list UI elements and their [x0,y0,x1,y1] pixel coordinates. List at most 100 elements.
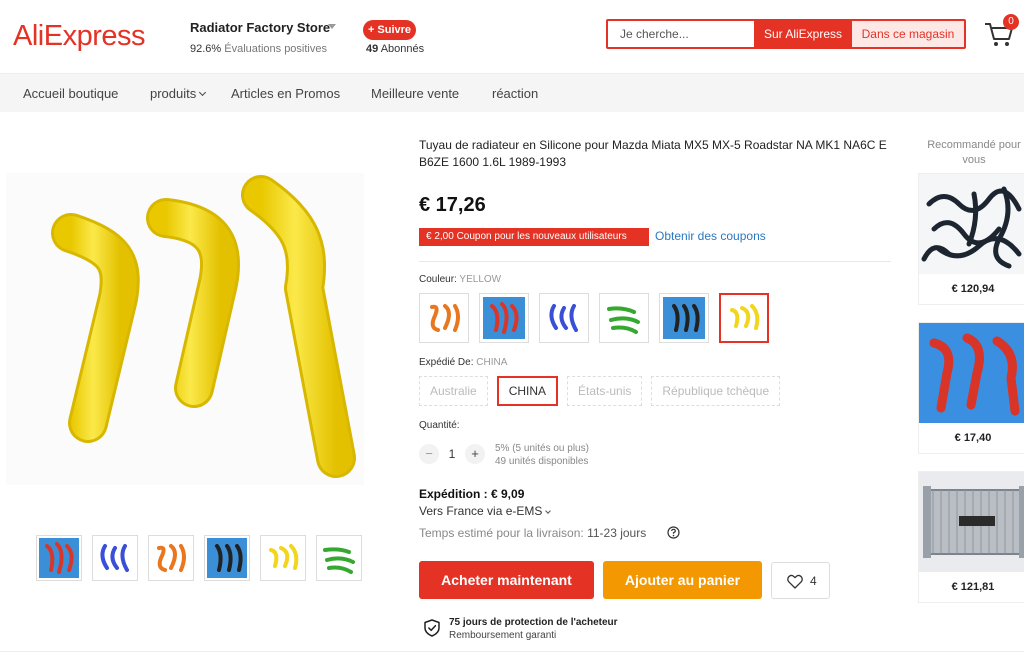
green-hoses-swatch [607,306,640,334]
wishlist-button[interactable]: 4 [771,562,830,599]
search-store-button[interactable]: Dans ce magasin [852,21,964,47]
swatch-orange[interactable] [419,293,469,343]
divider [0,651,1024,652]
swatch-yellow[interactable] [719,293,769,343]
yellow-hoses-image [51,175,356,478]
thumbnail-orange[interactable] [148,535,194,581]
chevron-down-icon [199,88,207,97]
chevron-down-icon[interactable] [328,24,336,29]
thumbnail-strip [36,535,362,581]
thumbnail-black[interactable] [204,535,250,581]
black-hoses-thumb [207,538,247,578]
yellow-hoses-thumb [269,544,299,570]
store-nav: Accueil boutique produits Articles en Pr… [0,74,1024,112]
ship-from-label: Expédié De: CHINA [419,357,507,368]
coupon-badge: € 2,00 Coupon pour les nouveaux utilisat… [419,228,649,246]
quantity-increase-button[interactable]: + [465,444,485,464]
ship-from-label-text: Expédié De: [419,357,474,368]
nav-item-feedback[interactable]: réaction [492,86,538,101]
rating-value: 92.6% [190,43,222,55]
delivery-time: Temps estimé pour la livraison: 11-23 jo… [419,526,646,540]
nav-item-home[interactable]: Accueil boutique [23,86,118,101]
get-coupons-link[interactable]: Obtenir des coupons [655,229,766,243]
blue-hoses-swatch [549,304,578,332]
rec-price: € 121,81 [951,581,995,593]
swatch-green[interactable] [599,293,649,343]
product-price: € 17,26 [419,194,486,216]
red-hoses-thumb [39,538,79,578]
green-hoses-thumb [323,547,355,574]
nav-item-products-label: produits [150,86,197,101]
shipping-cost: Expédition : € 9,09 [419,487,525,501]
quantity-info: 5% (5 unités ou plus) 49 unités disponib… [495,442,589,468]
cart-count-badge: 0 [1003,14,1019,30]
ship-option-czech[interactable]: République tchèque [651,376,781,406]
ship-from-options: Australie CHINA États-unis République tc… [419,376,781,406]
product-title: Tuyau de radiateur en Silicone pour Mazd… [419,138,887,169]
rec-price: € 17,40 [954,432,992,444]
ship-option-usa[interactable]: États-unis [567,376,643,406]
protection-subtitle: Remboursement garanti [449,630,557,641]
nav-item-bestsellers[interactable]: Meilleure vente [371,86,459,101]
thumbnail-red[interactable] [36,535,82,581]
thumbnail-blue[interactable] [92,535,138,581]
store-name[interactable]: Radiator Factory Store [190,20,330,35]
orange-hoses-thumb [157,544,186,572]
followers: 49 Abonnés [366,43,424,55]
recommended-item[interactable]: € 17,40 [918,322,1024,454]
shipping-method-label: Vers France via e-EMS [419,504,543,518]
recommended-item[interactable]: € 121,81 [918,471,1024,603]
rec-image-radiator [919,472,1024,572]
aliexpress-logo[interactable]: AliExpress [13,20,146,53]
delivery-value: 11-23 jours [587,526,647,540]
ship-from-value: CHINA [476,357,508,368]
search-input[interactable] [608,21,754,47]
quantity-value[interactable]: 1 [439,447,465,461]
search-box: Sur AliExpress Dans ce magasin [606,19,966,49]
followers-count: 49 [366,43,379,55]
header: AliExpress Radiator Factory Store 92.6% … [0,0,1024,74]
wishlist-count: 4 [810,574,817,588]
product-main-image[interactable] [6,173,364,485]
color-label: Couleur: YELLOW [419,274,501,285]
quantity-decrease-button[interactable]: − [419,444,439,464]
recommended-item[interactable]: € 120,94 [918,173,1024,305]
add-to-cart-button[interactable]: Ajouter au panier [603,561,762,599]
quantity-label: Quantité: [419,420,460,431]
ship-option-china[interactable]: CHINA [496,376,559,406]
black-hoses-swatch [663,297,705,339]
orange-hoses-swatch [430,304,460,332]
thumbnail-yellow[interactable] [260,535,306,581]
ship-option-australia[interactable]: Australie [419,376,488,406]
chevron-down-icon [545,508,552,514]
shipping-method-select[interactable]: Vers France via e-EMS [419,504,552,518]
red-hoses-swatch [483,297,525,339]
color-value: YELLOW [459,274,502,285]
search-aliexpress-button[interactable]: Sur AliExpress [754,21,852,47]
swatch-red[interactable] [479,293,529,343]
heart-icon [787,574,803,589]
color-label-text: Couleur: [419,274,457,285]
divider [419,261,891,262]
protection-title: 75 jours de protection de l'acheteur [449,617,618,628]
yellow-hoses-swatch [730,304,760,330]
nav-item-products[interactable]: produits [150,86,207,101]
blue-hoses-thumb [100,544,129,572]
rec-image-black-hoses [919,174,1024,274]
swatch-black[interactable] [659,293,709,343]
rec-price: € 120,94 [951,283,995,295]
quantity-stepper: − 1 + [419,444,485,464]
follow-button[interactable]: + Suivre [363,20,416,40]
buy-now-button[interactable]: Acheter maintenant [419,561,594,599]
discount-note: 5% (5 unités ou plus) [495,443,589,454]
rec-image-red-hoses [919,323,1024,423]
color-swatches [419,293,769,343]
thumbnail-green[interactable] [316,535,362,581]
nav-item-promos[interactable]: Articles en Promos [231,86,340,101]
swatch-blue[interactable] [539,293,589,343]
delivery-label: Temps estimé pour la livraison: [419,526,584,540]
rating-label: Évaluations positives [224,43,327,55]
help-icon[interactable] [667,526,680,539]
shield-check-icon [424,619,440,637]
followers-label: Abonnés [380,43,425,55]
